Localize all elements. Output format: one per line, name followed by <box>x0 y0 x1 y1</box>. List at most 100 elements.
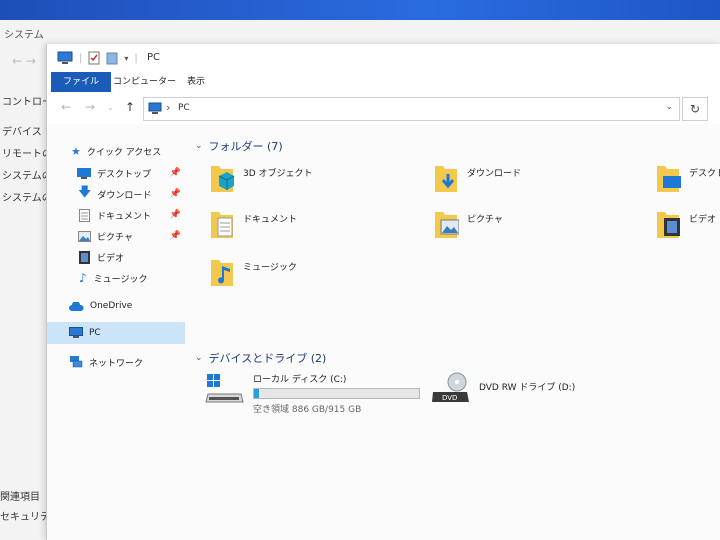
pin-icon[interactable]: 📌 <box>170 231 181 241</box>
network-icon <box>70 356 83 368</box>
nav-item-downloads[interactable]: 🡇 ダウンロード 📌 <box>47 183 185 205</box>
nav-network[interactable]: ネットワーク <box>47 351 185 373</box>
system-window-title: システム <box>4 30 44 41</box>
nav-label: ダウンロード <box>97 190 152 201</box>
pc-icon <box>69 327 83 338</box>
desktop-folder-icon <box>657 166 681 192</box>
3d-objects-folder-icon <box>211 166 235 192</box>
system-left-links: コントロール デバイス マネ リモートの設 システムの保 システムの詳 <box>0 92 50 210</box>
pc-icon <box>148 102 162 114</box>
navigation-pane: ★ クイック アクセス デスクトップ 📌 🡇 ダウンロード 📌 ドキュメント 📌… <box>47 126 187 540</box>
up-arrow-icon[interactable]: ↑ <box>125 100 135 114</box>
tab-computer[interactable]: コンピューター <box>113 72 176 92</box>
folder-desktop[interactable]: デスクトップ <box>655 162 720 202</box>
breadcrumb-separator[interactable]: › <box>166 101 170 114</box>
folder-label: ピクチャ <box>467 215 503 225</box>
file-explorer-window: | ▾ | PC ファイル コンピューター 表示 ← → ⌄ ↑ › PC ⌄ … <box>46 44 720 540</box>
dvd-drive-icon: DVD <box>432 372 469 402</box>
system-link[interactable]: デバイス マネ <box>0 122 50 144</box>
recent-locations-chevron-icon[interactable]: ⌄ <box>107 103 114 112</box>
folder-3d-objects[interactable]: 3D オブジェクト <box>209 162 313 202</box>
system-link[interactable]: リモートの設 <box>0 144 50 166</box>
title-bar[interactable]: | ▾ | PC <box>47 44 720 72</box>
address-dropdown-icon[interactable]: ⌄ <box>665 102 673 112</box>
dvd-badge: DVD <box>442 394 457 402</box>
section-title: フォルダー (7) <box>208 140 283 153</box>
system-link[interactable]: システムの詳 <box>0 188 50 210</box>
folder-label: ダウンロード <box>467 169 522 179</box>
downloads-folder-icon <box>435 166 457 192</box>
windows-drive-icon <box>205 374 244 403</box>
cloud-icon <box>69 301 84 311</box>
folder-documents[interactable]: ドキュメント <box>209 208 297 248</box>
folder-downloads[interactable]: ダウンロード <box>433 162 521 202</box>
drive-dvd-d[interactable]: DVD DVD RW ドライブ (D:) <box>431 372 575 406</box>
system-link[interactable]: システムの保 <box>0 166 50 188</box>
back-arrow-icon[interactable]: ← <box>61 100 71 114</box>
nav-item-desktop[interactable]: デスクトップ 📌 <box>47 162 185 184</box>
customize-toolbar-chevron-icon[interactable]: ▾ <box>124 54 128 63</box>
desktop-icon <box>77 167 91 179</box>
folder-pictures[interactable]: ピクチャ <box>433 208 503 248</box>
star-icon: ★ <box>71 144 81 158</box>
system-related: 関連項目 セキュリティ <box>0 488 46 528</box>
content-pane: ⌄ フォルダー (7) 3D オブジェクト ダウンロード デスクトップ ドキュメ… <box>187 126 720 540</box>
pictures-icon <box>78 230 91 242</box>
folder-label: ドキュメント <box>243 215 298 225</box>
properties-icon[interactable] <box>88 51 100 65</box>
music-note-icon: ♪ <box>79 271 87 285</box>
nav-item-music[interactable]: ♪ ミュージック <box>47 267 185 289</box>
refresh-icon: ↻ <box>689 102 701 116</box>
nav-label: PC <box>89 328 101 338</box>
pin-icon[interactable]: 📌 <box>170 210 181 220</box>
nav-onedrive[interactable]: OneDrive <box>47 295 185 317</box>
breadcrumb-pc[interactable]: PC <box>178 103 190 113</box>
nav-label: ドキュメント <box>97 211 152 222</box>
pc-icon <box>57 51 73 64</box>
tab-file[interactable]: ファイル <box>51 72 112 92</box>
drive-usage-bar <box>253 388 420 399</box>
nav-item-documents[interactable]: ドキュメント 📌 <box>47 204 185 226</box>
document-icon <box>79 208 90 222</box>
drive-local-c[interactable]: ローカル ディスク (C:) 空き領域 886 GB/915 GB <box>205 372 420 415</box>
folder-label: ビデオ <box>689 215 717 225</box>
nav-label: デスクトップ <box>97 169 152 180</box>
window-title: PC <box>147 52 161 63</box>
music-folder-icon <box>211 260 233 286</box>
tab-view[interactable]: 表示 <box>187 72 205 92</box>
folder-label: デスクトップ <box>689 169 720 179</box>
address-bar-row: ← → ⌄ ↑ › PC ⌄ ↻ <box>47 92 720 124</box>
system-related-heading: 関連項目 <box>0 492 40 503</box>
drive-usage-fill <box>254 389 260 398</box>
documents-folder-icon <box>211 212 233 238</box>
nav-quick-access[interactable]: ★ クイック アクセス <box>47 140 185 162</box>
system-back-forward: ← → <box>12 54 36 68</box>
drive-name: DVD RW ドライブ (D:) <box>479 383 576 393</box>
drives-section-header[interactable]: ⌄ デバイスとドライブ (2) <box>195 350 715 366</box>
download-arrow-icon: 🡇 <box>78 185 92 200</box>
videos-folder-icon <box>657 212 680 238</box>
folder-music[interactable]: ミュージック <box>209 256 297 296</box>
refresh-button[interactable]: ↻ <box>682 97 708 121</box>
pictures-folder-icon <box>435 212 459 238</box>
system-link[interactable]: セキュリティ <box>0 508 46 528</box>
quick-access-toolbar: | ▾ | <box>57 51 138 65</box>
forward-arrow-icon[interactable]: → <box>85 100 95 114</box>
collapse-chevron-icon[interactable]: ⌄ <box>195 141 203 151</box>
pin-icon[interactable]: 📌 <box>170 189 181 199</box>
folders-section-header[interactable]: ⌄ フォルダー (7) <box>195 138 715 154</box>
nav-pc[interactable]: PC <box>47 322 185 344</box>
address-box[interactable]: › PC ⌄ <box>143 97 680 121</box>
pin-icon[interactable]: 📌 <box>170 168 181 178</box>
nav-item-pictures[interactable]: ピクチャ 📌 <box>47 225 185 247</box>
desktop-background <box>0 0 720 22</box>
section-title: デバイスとドライブ (2) <box>208 352 327 365</box>
folder-videos[interactable]: ビデオ <box>655 208 716 248</box>
nav-label: OneDrive <box>90 301 133 311</box>
system-link[interactable]: コントロール <box>0 92 50 114</box>
nav-item-videos[interactable]: ビデオ <box>47 246 185 268</box>
collapse-chevron-icon[interactable]: ⌄ <box>195 353 203 363</box>
nav-label: ネットワーク <box>89 358 144 369</box>
drive-name: ローカル ディスク (C:) <box>253 375 347 385</box>
new-folder-icon[interactable] <box>106 51 118 65</box>
